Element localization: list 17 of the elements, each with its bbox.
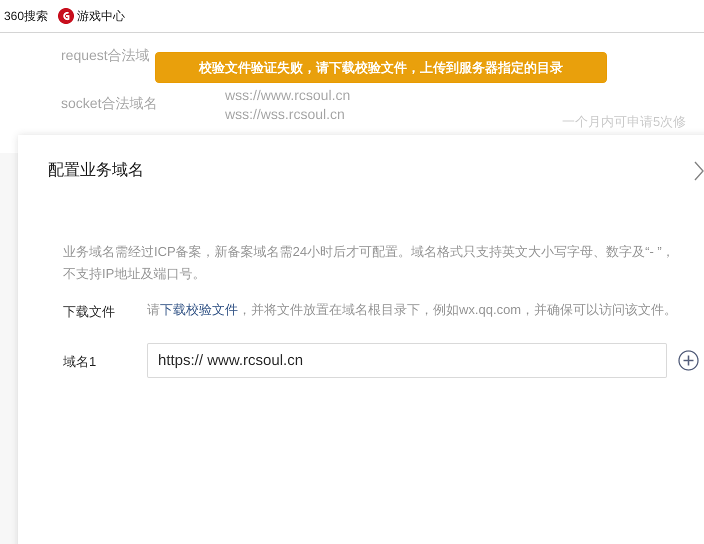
notice-text: 业务域名需经过ICP备案，新备案域名需24小时后才可配置。域名格式只支持英文大小写字母、数字及“- ”，不支持IP地址及端口号。 [63, 243, 676, 283]
bookmark-item[interactable]: 游戏中心 [58, 8, 126, 24]
bookmark-item[interactable]: 360搜索 [4, 8, 48, 24]
domain-input[interactable]: https:// www.rcsoul.cn [147, 343, 667, 378]
field-label: 下载文件 [63, 303, 116, 321]
error-toast: 校验文件验证失败，请下载校验文件，上传到服务器指定的目录 [155, 52, 607, 83]
download-link[interactable]: 下载校验文件 [160, 302, 238, 317]
domain-value: wss://wss.rcsoul.cn [225, 106, 346, 122]
field-label: request合法域 [61, 47, 151, 65]
download-instruction: 请下载校验文件，并将文件放置在域名根目录下，例如wx.qq.com，并确保可以访问该文件。 [147, 301, 678, 319]
dialog-title: 配置业务域名 [48, 160, 144, 181]
logo-icon [58, 8, 74, 24]
close-icon[interactable] [694, 161, 704, 181]
domain-value: wss://www.rcsoul.cn [225, 86, 350, 102]
add-icon[interactable] [678, 350, 699, 371]
field-label: socket合法域名 [61, 95, 158, 113]
field-label: 域名1 [63, 352, 98, 370]
